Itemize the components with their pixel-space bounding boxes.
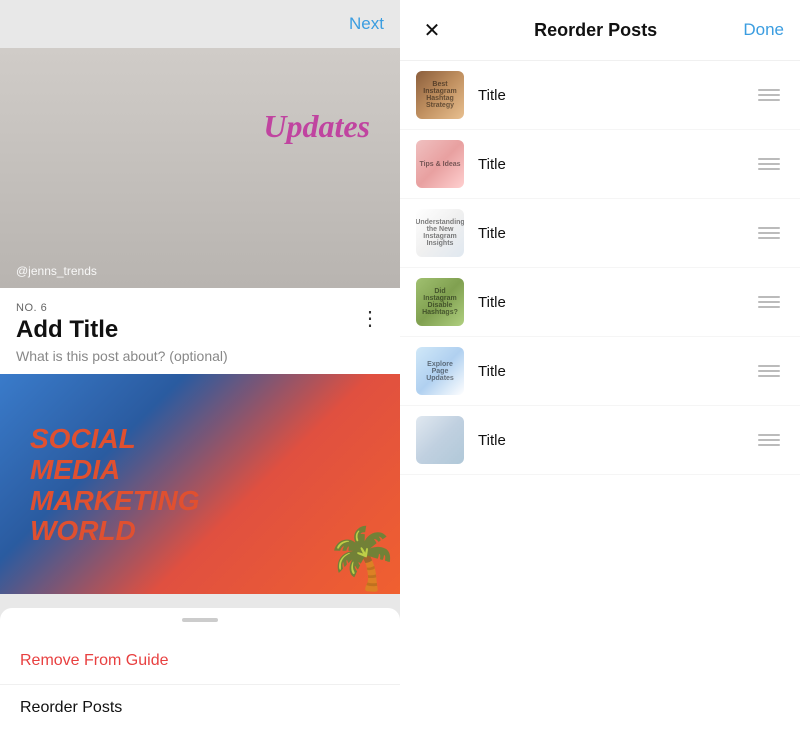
next-button[interactable]: Next: [349, 14, 384, 34]
post-thumbnail: Best Instagram Hashtag Strategy: [416, 71, 464, 119]
post-thumbnail: Did Instagram Disable Hashtags?: [416, 278, 464, 326]
post-thumbnail: Tips & Ideas: [416, 140, 464, 188]
left-header: Next: [0, 0, 400, 48]
hero-image: Updates @jenns_trends: [0, 48, 400, 288]
post-meta-section: NO. 6 Add Title What is this post about?…: [0, 288, 400, 374]
hero-person: [0, 48, 400, 288]
post-list-item[interactable]: Understanding the New Instagram Insights…: [400, 199, 800, 268]
post-thumbnail: Understanding the New Instagram Insights: [416, 209, 464, 257]
post-item-title: Title: [478, 432, 754, 449]
post-list-item[interactable]: Best Instagram Hashtag Strategy Title: [400, 61, 800, 130]
updates-text: Updates: [263, 108, 370, 145]
left-panel: Next Updates @jenns_trends NO. 6 Add Tit…: [0, 0, 400, 731]
drag-handle-icon[interactable]: [754, 361, 784, 381]
thumb-text: Understanding the New Instagram Insights: [416, 209, 464, 257]
post-thumbnail: Explore Page Updates: [416, 347, 464, 395]
instagram-handle: @jenns_trends: [16, 264, 97, 278]
drag-handle-icon[interactable]: [754, 223, 784, 243]
done-button[interactable]: Done: [743, 20, 784, 40]
post-item-title: Title: [478, 294, 754, 311]
thumb-text: Tips & Ideas: [416, 140, 464, 188]
post-item-title: Title: [478, 225, 754, 242]
post-meta-left: NO. 6 Add Title What is this post about?…: [16, 302, 228, 364]
second-post-image: SOCIALMEDIAMARKETINGWORLD 🌴: [0, 374, 400, 594]
post-list-item[interactable]: Title: [400, 406, 800, 475]
bottom-sheet: Remove From Guide Reorder Posts: [0, 608, 400, 731]
thumb-text: Did Instagram Disable Hashtags?: [416, 278, 464, 326]
post-item-title: Title: [478, 156, 754, 173]
panel-title: Reorder Posts: [534, 20, 657, 41]
palm-icon: 🌴: [325, 523, 400, 594]
post-item-title: Title: [478, 87, 754, 104]
post-list-item[interactable]: Explore Page Updates Title: [400, 337, 800, 406]
thumb-text: [416, 416, 464, 464]
post-item-title: Title: [478, 363, 754, 380]
reorder-posts-button[interactable]: Reorder Posts: [0, 684, 400, 731]
drag-handle-icon[interactable]: [754, 292, 784, 312]
post-list: Best Instagram Hashtag Strategy Title Ti…: [400, 61, 800, 731]
drag-handle-icon[interactable]: [754, 430, 784, 450]
right-header: ✕ Reorder Posts Done: [400, 0, 800, 61]
post-number: NO. 6: [16, 302, 228, 314]
social-media-text: SOCIALMEDIAMARKETINGWORLD: [30, 424, 200, 547]
post-list-item[interactable]: Did Instagram Disable Hashtags? Title: [400, 268, 800, 337]
drag-handle-icon[interactable]: [754, 85, 784, 105]
remove-from-guide-button[interactable]: Remove From Guide: [0, 638, 400, 684]
post-list-item[interactable]: Tips & Ideas Title: [400, 130, 800, 199]
post-title: Add Title: [16, 316, 228, 344]
post-subtitle: What is this post about? (optional): [16, 348, 228, 364]
close-icon[interactable]: ✕: [416, 14, 448, 46]
post-thumbnail: [416, 416, 464, 464]
right-panel: ✕ Reorder Posts Done Best Instagram Hash…: [400, 0, 800, 731]
more-options-button[interactable]: ⋮: [356, 302, 384, 335]
sheet-handle: [182, 618, 218, 622]
drag-handle-icon[interactable]: [754, 154, 784, 174]
thumb-text: Explore Page Updates: [416, 347, 464, 395]
thumb-text: Best Instagram Hashtag Strategy: [416, 71, 464, 119]
